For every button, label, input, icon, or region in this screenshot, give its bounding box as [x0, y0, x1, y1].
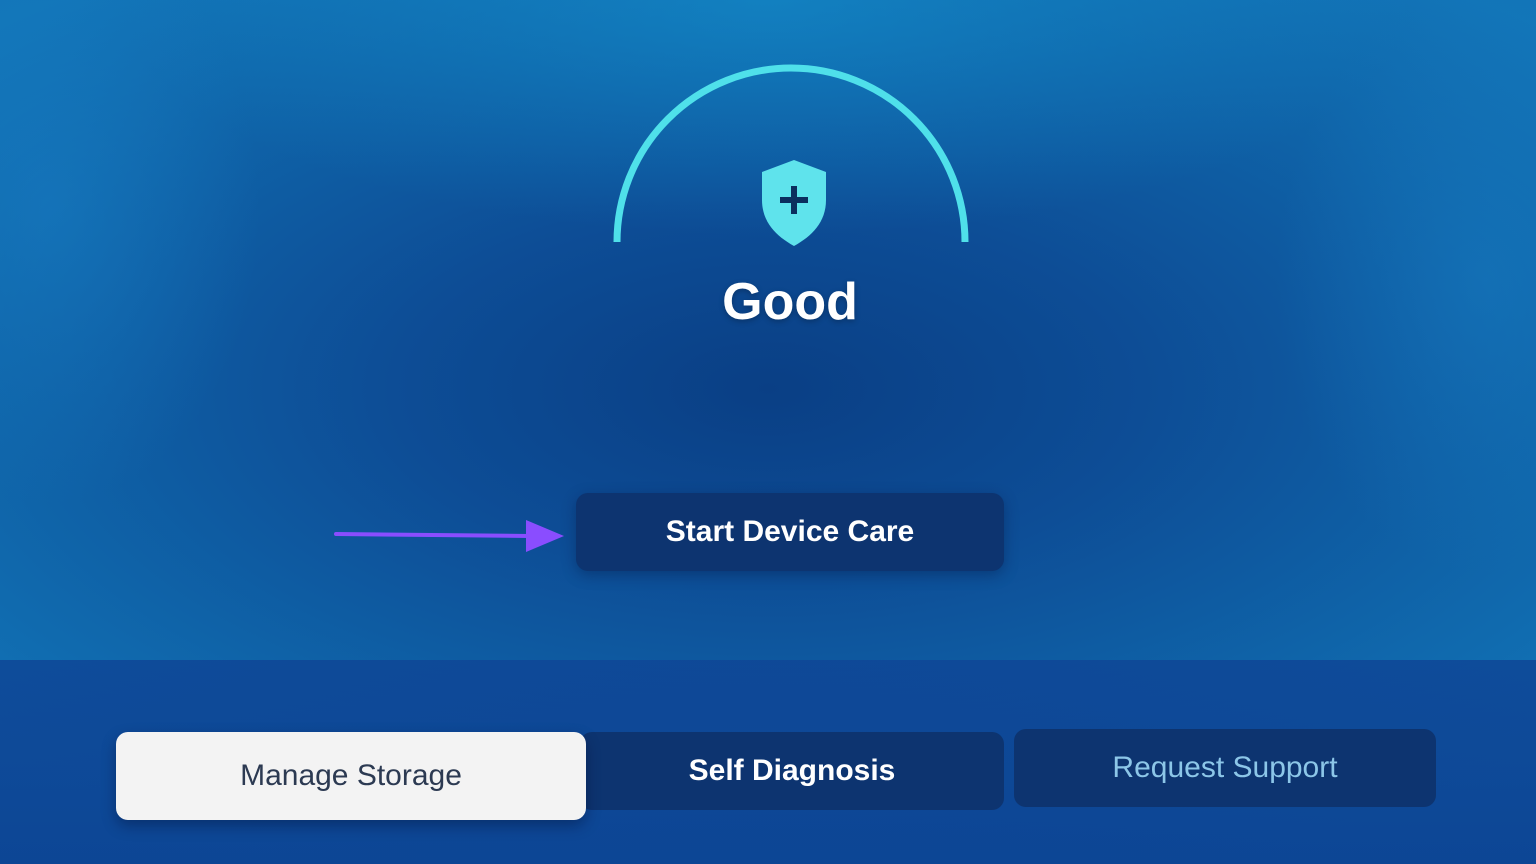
status-gauge [606, 56, 976, 252]
request-support-button[interactable]: Request Support [1014, 729, 1436, 807]
shield-plus-icon [758, 158, 830, 248]
manage-storage-button[interactable]: Manage Storage [116, 732, 586, 820]
annotation-arrow-icon [334, 520, 564, 552]
background-glow-right [1036, 0, 1536, 700]
device-status-label: Good [722, 273, 858, 331]
start-device-care-button[interactable]: Start Device Care [576, 493, 1004, 571]
start-device-care-label: Start Device Care [665, 515, 915, 548]
self-diagnosis-label: Self Diagnosis [688, 754, 896, 787]
request-support-label: Request Support [1112, 751, 1338, 784]
self-diagnosis-button[interactable]: Self Diagnosis [580, 732, 1004, 810]
background-glow-left [0, 0, 500, 700]
manage-storage-label: Manage Storage [240, 759, 462, 792]
